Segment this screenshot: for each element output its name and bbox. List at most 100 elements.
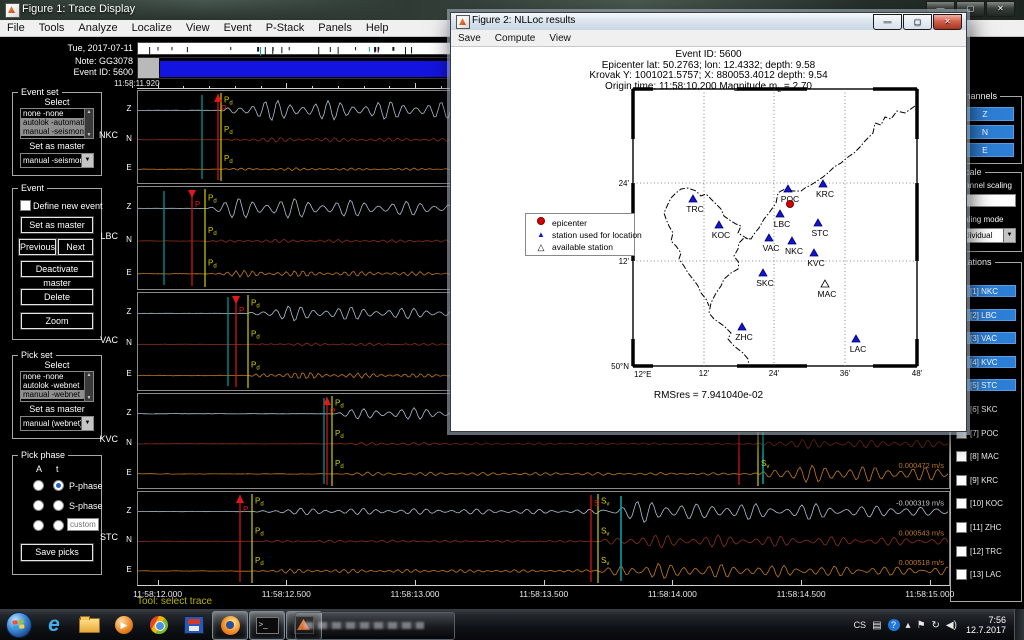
channel-label-NKC-N: N: [124, 134, 134, 143]
legend-row-station-used: ▲station used for location: [526, 229, 634, 241]
fig1-menu-panels[interactable]: Panels: [311, 20, 359, 36]
taskbar-app-button[interactable]: [295, 612, 455, 640]
pick-label: Pd: [255, 526, 264, 537]
fig1-menu-analyze[interactable]: Analyze: [71, 20, 124, 36]
define-new-event-checkbox[interactable]: [20, 200, 31, 211]
channel-label-KVC-N: N: [124, 438, 134, 447]
fig1-menu-help[interactable]: Help: [359, 20, 396, 36]
printer-tray-icon[interactable]: ▤: [872, 620, 881, 631]
custom-phase-t-radio[interactable]: [53, 520, 64, 531]
custom-phase-input[interactable]: [67, 518, 99, 531]
waveform-KVC-E[interactable]: [138, 465, 948, 482]
station-checkbox[interactable]: [956, 569, 967, 580]
fig1-menu-file[interactable]: File: [0, 20, 32, 36]
map-tick-label: 36': [840, 369, 851, 378]
taskbar-button-chrome[interactable]: [142, 612, 176, 639]
clock[interactable]: 7:56 12.7.2017: [966, 615, 1006, 635]
deactivate-master-button[interactable]: Deactivate master: [21, 261, 93, 277]
ruler-minor-tick: [312, 86, 313, 88]
event-set-master-dropdown[interactable]: manual -seismon ▼: [20, 153, 94, 168]
taskbar-button-terminal[interactable]: >_: [249, 611, 285, 640]
s-phase-a-radio[interactable]: [33, 500, 44, 511]
fig1-menu-view[interactable]: View: [179, 20, 217, 36]
waveform-KVC-N[interactable]: [138, 439, 948, 448]
map-station-label-TRC: TRC: [686, 204, 703, 214]
delete-button[interactable]: Delete: [21, 289, 93, 305]
fig2-menu-save[interactable]: Save: [451, 30, 488, 46]
custom-phase-a-radio[interactable]: [33, 520, 44, 531]
maximize-button[interactable]: ▢: [903, 14, 932, 30]
volume-tray-icon[interactable]: ◀): [946, 620, 957, 631]
save-picks-button[interactable]: Save picks: [21, 544, 93, 561]
station-label-KVC: KVC: [78, 434, 118, 444]
station-toggle-13LAC[interactable]: [13] LAC: [954, 568, 1016, 580]
channel-label-STC-E: E: [124, 565, 134, 574]
trace-group-STC[interactable]: PPdPdPdSSvSvSv-0.000319 m/s0.000543 m/s0…: [137, 491, 950, 586]
p-phase-a-radio[interactable]: [33, 480, 44, 491]
taskbar-button-internet-explorer[interactable]: e: [37, 612, 71, 639]
station-toggle-12TRC[interactable]: [12] TRC: [954, 545, 1016, 557]
scrollbar[interactable]: [84, 372, 93, 401]
station-toggle-9KRC[interactable]: [9] KRC: [954, 474, 1016, 486]
station-toggle-11ZHC[interactable]: [11] ZHC: [954, 521, 1016, 533]
station-checkbox[interactable]: [956, 498, 967, 509]
pick-set-listbox[interactable]: none -noneautolok -webnetmanual -webnet: [20, 371, 94, 402]
fig2-titlebar[interactable]: Figure 2: NLLoc results — ▢ ✕: [451, 13, 966, 31]
help-tray-icon[interactable]: ?: [888, 619, 900, 631]
amplitude-label-STC-N: 0.000543 m/s: [899, 528, 945, 537]
list-option-none--none[interactable]: none -none: [21, 109, 85, 118]
map-station-label-KVC: KVC: [807, 258, 824, 268]
close-button[interactable]: ✕: [933, 14, 962, 30]
previous-button[interactable]: Previous: [19, 239, 56, 255]
station-toggle-8MAC[interactable]: [8] MAC: [954, 450, 1016, 462]
fig2-menu-compute[interactable]: Compute: [488, 30, 543, 46]
p-pick-marker[interactable]: [232, 296, 240, 304]
fig1-menu-event[interactable]: Event: [217, 20, 259, 36]
station-toggle-10KOC[interactable]: [10] KOC: [954, 497, 1016, 509]
list-option-autolok--webnet[interactable]: autolok -webnet: [21, 381, 85, 390]
fig1-menu-tools[interactable]: Tools: [32, 20, 72, 36]
map-station-marker-TRC: [689, 195, 697, 202]
taskbar-button-file-explorer[interactable]: [72, 612, 106, 639]
zoom-button[interactable]: Zoom: [21, 313, 93, 329]
action-center-flag-icon[interactable]: ⚑: [917, 620, 926, 631]
axis-tick: [672, 580, 673, 585]
station-checkbox[interactable]: [956, 475, 967, 486]
rms-residual: RMSres = 7.941040e-02: [451, 390, 966, 401]
language-indicator[interactable]: CS: [854, 620, 867, 630]
list-option-autolok--automatic[interactable]: autolok -automatic: [21, 118, 85, 127]
legend-label: epicenter: [552, 218, 587, 228]
sync-tray-icon[interactable]: ↻: [932, 620, 940, 631]
ruler-minor-tick: [132, 86, 133, 88]
show-desktop-button[interactable]: [1014, 609, 1024, 640]
station-item-label: [4] KVC: [970, 358, 998, 367]
p-phase-t-radio[interactable]: [53, 480, 64, 491]
show-hidden-icons[interactable]: ▴: [906, 620, 911, 631]
event-set-select-label: Select: [13, 97, 101, 107]
fig1-menu-localize[interactable]: Localize: [125, 20, 179, 36]
event-group-title: Event: [18, 183, 47, 193]
taskbar-button-firefox[interactable]: [212, 611, 248, 640]
next-button[interactable]: Next: [58, 239, 93, 255]
date-label: Tue, 2017-07-11: [0, 43, 133, 53]
station-checkbox[interactable]: [956, 546, 967, 557]
minimize-button[interactable]: —: [873, 14, 902, 30]
taskbar-button-start[interactable]: [2, 612, 36, 639]
list-option-manual--webnet[interactable]: manual -webnet: [21, 390, 85, 399]
fig2-menu-view[interactable]: View: [542, 30, 578, 46]
ruler-minor-tick: [183, 86, 184, 88]
fig1-menu-p-stack[interactable]: P-Stack: [259, 20, 312, 36]
taskbar-button-media-player[interactable]: ▶: [107, 612, 141, 639]
s-phase-t-radio[interactable]: [53, 500, 64, 511]
taskbar-button-commander[interactable]: [177, 612, 211, 639]
channel-label-NKC-Z: Z: [124, 104, 134, 113]
p-pick-marker[interactable]: [188, 190, 196, 198]
p-pick-marker[interactable]: [236, 495, 244, 503]
trace-plot-STC[interactable]: PPdPdPdSSvSvSv-0.000319 m/s0.000543 m/s0…: [138, 492, 949, 585]
list-option-manual--seismon[interactable]: manual -seismon: [21, 127, 85, 136]
station-checkbox[interactable]: [956, 522, 967, 533]
list-option-none--none[interactable]: none -none: [21, 372, 85, 381]
close-button[interactable]: ✕: [986, 1, 1015, 17]
pick-set-master-dropdown[interactable]: manual (webnet) ▼: [20, 416, 94, 431]
station-checkbox[interactable]: [956, 451, 967, 462]
